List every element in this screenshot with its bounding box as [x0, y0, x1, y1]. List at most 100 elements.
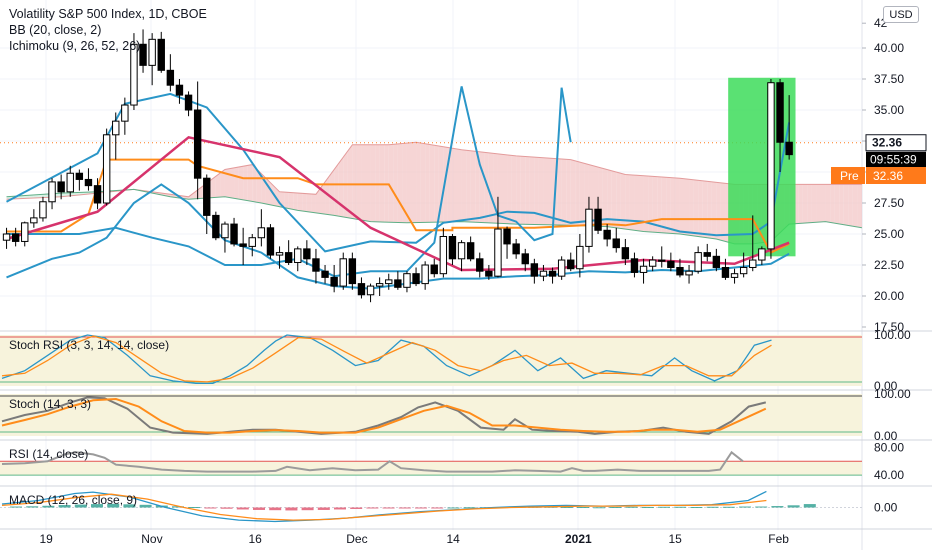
cloud-segment — [512, 155, 517, 224]
time-axis-label: Nov — [141, 532, 162, 546]
candle-body — [376, 284, 382, 286]
cloud-segment — [521, 156, 526, 224]
macd-histogram-bar — [237, 508, 249, 510]
cloud-segment — [839, 184, 844, 224]
macd-histogram-bar — [707, 507, 719, 508]
macd-histogram-bar — [399, 508, 411, 509]
candle-body — [304, 249, 310, 259]
cloud-segment — [330, 170, 335, 216]
cloud-segment — [557, 159, 562, 225]
cloud-segment — [307, 194, 312, 213]
cloud-segment — [230, 168, 235, 198]
candle — [768, 79, 774, 259]
cloud-segment — [452, 148, 457, 222]
candle-body — [568, 260, 574, 269]
candle-body — [231, 224, 237, 244]
candle-body — [595, 209, 601, 230]
time-axis-label: 15 — [669, 532, 683, 546]
cloud-segment — [234, 167, 239, 199]
indicator-legend-ichimoku[interactable]: Ichimoku (9, 26, 52, 26) — [9, 38, 140, 54]
candle-body — [531, 264, 537, 276]
macd-histogram-bar — [204, 508, 216, 509]
cloud-segment — [352, 145, 357, 220]
cloud-segment — [434, 145, 439, 222]
cloud-segment — [507, 155, 512, 224]
candle-body — [331, 277, 337, 286]
cloud-segment — [821, 184, 826, 222]
candle-body — [94, 186, 100, 203]
pre-price-label: 32.36 — [873, 169, 903, 183]
cloud-segment — [548, 158, 553, 225]
candle-body — [495, 229, 501, 276]
highlight-rectangle — [728, 78, 795, 257]
candle-body — [113, 121, 119, 135]
macd-histogram-bar — [447, 508, 459, 509]
cloud-segment — [361, 145, 366, 221]
cloud-segment — [293, 193, 298, 211]
cloud-segment — [571, 160, 576, 226]
cloud-segment — [239, 166, 244, 200]
chart-canvas[interactable]: 4240.0037.5035.0032.5030.0027.5025.0022.… — [0, 0, 932, 550]
candle-body — [504, 229, 510, 244]
candle-body — [722, 267, 728, 277]
cloud-segment — [489, 153, 494, 223]
candle-body — [649, 260, 655, 266]
cloud-segment — [407, 143, 412, 223]
candle-body — [386, 280, 392, 284]
cloud-segment — [703, 181, 708, 238]
macd-histogram-bar — [690, 507, 702, 508]
price-tick-label: 40.00 — [874, 41, 904, 55]
macd-histogram-bar — [318, 508, 330, 510]
candle-body — [12, 234, 18, 241]
macd-histogram-bar — [593, 507, 605, 508]
price-tick-label: 37.50 — [874, 72, 904, 86]
price-tick-label: 20.00 — [874, 289, 904, 303]
candle-body — [58, 182, 64, 192]
price-tick-label: 27.50 — [874, 196, 904, 210]
candle-body — [22, 223, 28, 242]
candle-body — [149, 39, 155, 65]
macd-histogram-bar — [366, 508, 378, 509]
candle-body — [158, 39, 164, 70]
countdown-label: 09:55:39 — [870, 153, 917, 167]
candle-body — [477, 259, 483, 271]
candle-body — [768, 83, 774, 249]
candle-body — [249, 238, 255, 247]
cloud-segment — [816, 184, 821, 222]
cloud-segment — [803, 184, 808, 223]
cloud-segment — [248, 165, 253, 202]
candle-body — [140, 44, 146, 65]
cloud-segment — [680, 178, 685, 234]
time-axis-label: Dec — [346, 532, 367, 546]
stoch-band-fill — [0, 394, 862, 436]
macd-histogram-bar — [723, 507, 735, 508]
cloud-segment — [566, 159, 571, 225]
candle-body — [686, 271, 692, 275]
cloud-segment — [812, 184, 817, 222]
cloud-segment — [357, 145, 362, 220]
cloud-segment — [689, 179, 694, 236]
candle-body — [449, 236, 455, 258]
candle-body — [750, 260, 756, 267]
candle-body — [731, 274, 737, 278]
macd-histogram-bar — [771, 506, 783, 507]
cloud-segment — [393, 144, 398, 223]
stoch_rsi-legend: Stoch RSI (3, 3, 14, 14, close) — [9, 338, 169, 352]
cloud-segment — [389, 144, 394, 222]
time-axis-label: Feb — [768, 532, 789, 546]
candle-body — [267, 228, 273, 255]
cloud-segment — [716, 182, 721, 240]
indicator-legend-bb[interactable]: BB (20, close, 2) — [9, 22, 101, 38]
cloud-segment — [657, 177, 662, 233]
candle-body — [85, 179, 91, 185]
cloud-segment — [284, 192, 289, 208]
pre-label: Pre — [840, 169, 859, 183]
tradingview-chart[interactable]: 4240.0037.5035.0032.5030.0027.5025.0022.… — [0, 0, 932, 550]
macd-legend: MACD (12, 26, close, 9) — [9, 493, 137, 507]
candle-body — [185, 95, 191, 110]
currency-button[interactable]: USD — [883, 6, 919, 23]
cloud-segment — [311, 194, 316, 213]
price-tick-label: 22.50 — [874, 258, 904, 272]
candle-body — [222, 224, 228, 238]
candle-body — [295, 249, 301, 263]
